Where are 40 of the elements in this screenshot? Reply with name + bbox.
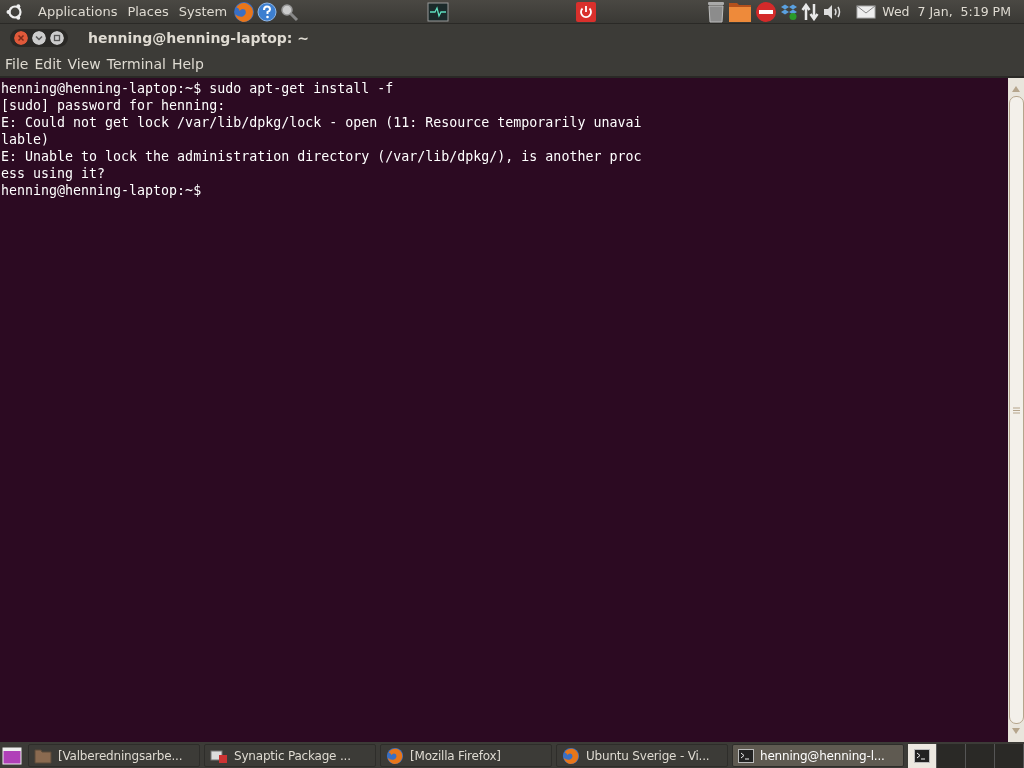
show-desktop-icon[interactable] bbox=[2, 746, 22, 765]
panel-menu[interactable]: Applications bbox=[34, 4, 122, 19]
taskbar-button[interactable]: [Mozilla Firefox] bbox=[380, 744, 552, 767]
menu-item[interactable]: Edit bbox=[31, 56, 65, 72]
taskbar-button[interactable]: Ubuntu Sverige - Vi... bbox=[556, 744, 728, 767]
panel-menu[interactable]: Places bbox=[123, 4, 173, 19]
power-icon[interactable] bbox=[575, 0, 598, 23]
no-entry-icon[interactable] bbox=[755, 0, 778, 23]
envelope-icon[interactable] bbox=[856, 4, 877, 19]
minimize-icon[interactable] bbox=[32, 31, 46, 45]
menu-item[interactable]: File bbox=[2, 56, 32, 72]
taskbar-button[interactable]: henning@henning-l... bbox=[732, 744, 904, 767]
close-icon[interactable] bbox=[14, 31, 28, 45]
folder-icon bbox=[34, 747, 52, 764]
folder-icon[interactable] bbox=[728, 0, 753, 23]
menu-item[interactable]: Help bbox=[168, 56, 207, 72]
maximize-icon[interactable] bbox=[50, 31, 64, 45]
taskbar-button[interactable]: Synaptic Package ... bbox=[204, 744, 376, 767]
browser-icon[interactable] bbox=[386, 746, 404, 765]
package-manager-icon bbox=[210, 747, 228, 764]
workspace[interactable] bbox=[908, 743, 937, 768]
terminal-icon bbox=[914, 748, 930, 763]
terminal-icon bbox=[738, 748, 754, 763]
menu-item[interactable]: Terminal bbox=[103, 56, 169, 72]
box-sync-icon[interactable] bbox=[780, 2, 799, 21]
grip-icon bbox=[1012, 406, 1020, 414]
trash-icon[interactable] bbox=[707, 0, 726, 23]
terminal-output: henning@henning-laptop:~$ sudo apt-get install -f [sudo] password for henning: E: Could not get lock /var/lib/dpkg/lock - open (11: Resource temporarily unavai lable) E: Unable to lock the administration directory (/var/lib/dpkg/), is another proc ess using it? henning@henning-laptop:~$ bbox=[0, 80, 643, 200]
window-title: henning@henning-laptop: ~ bbox=[88, 30, 309, 46]
taskbar-button[interactable]: [Valberedningsarbe... bbox=[28, 744, 200, 767]
browser-icon[interactable] bbox=[562, 746, 580, 765]
system-monitor-icon[interactable] bbox=[427, 1, 450, 22]
menu-item[interactable]: View bbox=[64, 56, 104, 72]
ubuntu-logo-icon[interactable] bbox=[6, 2, 24, 21]
panel-menu[interactable]: System bbox=[174, 4, 232, 19]
network-arrows-icon[interactable] bbox=[801, 2, 820, 21]
help-icon[interactable] bbox=[257, 1, 278, 22]
clock[interactable]: Wed 7 Jan, 5:19 PM bbox=[882, 4, 1011, 19]
search-icon[interactable] bbox=[279, 1, 300, 22]
browser-icon[interactable] bbox=[233, 0, 256, 23]
